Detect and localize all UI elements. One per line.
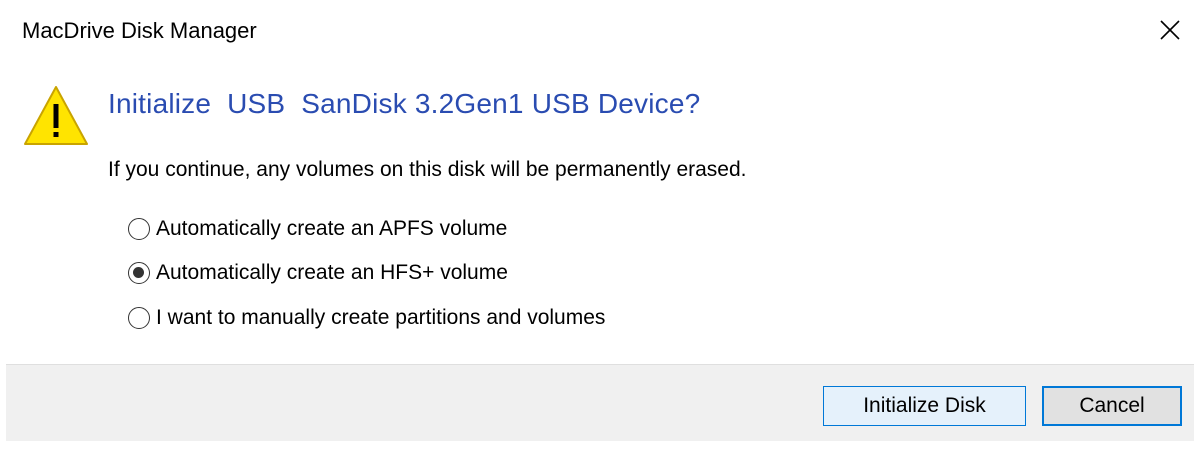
button-bar: Initialize Disk Cancel (6, 364, 1194, 441)
radio-label-apfs: Automatically create an APFS volume (156, 217, 508, 240)
dialog-message: If you continue, any volumes on this dis… (108, 158, 747, 181)
cancel-button[interactable]: Cancel (1042, 386, 1182, 426)
disk-manager-dialog: MacDrive Disk Manager Initialize USB San… (0, 0, 1202, 452)
radio-label-manual: I want to manually create partitions and… (156, 306, 606, 329)
initialize-disk-button[interactable]: Initialize Disk (823, 386, 1026, 426)
title-bar: MacDrive Disk Manager (0, 0, 1202, 64)
radio-button-apfs[interactable] (128, 218, 150, 240)
radio-button-hfs[interactable] (128, 262, 150, 284)
radio-label-hfs: Automatically create an HFS+ volume (156, 261, 508, 284)
close-icon (1160, 20, 1180, 40)
dialog-content: Initialize USB SanDisk 3.2Gen1 USB Devic… (0, 64, 1202, 364)
radio-option-apfs[interactable]: Automatically create an APFS volume (128, 214, 507, 244)
close-button[interactable] (1138, 0, 1202, 60)
radio-option-hfs[interactable]: Automatically create an HFS+ volume (128, 258, 508, 288)
warning-icon (24, 86, 88, 145)
radio-option-manual[interactable]: I want to manually create partitions and… (128, 303, 605, 333)
dialog-heading: Initialize USB SanDisk 3.2Gen1 USB Devic… (108, 88, 701, 119)
window-title: MacDrive Disk Manager (22, 18, 257, 43)
radio-button-manual[interactable] (128, 307, 150, 329)
